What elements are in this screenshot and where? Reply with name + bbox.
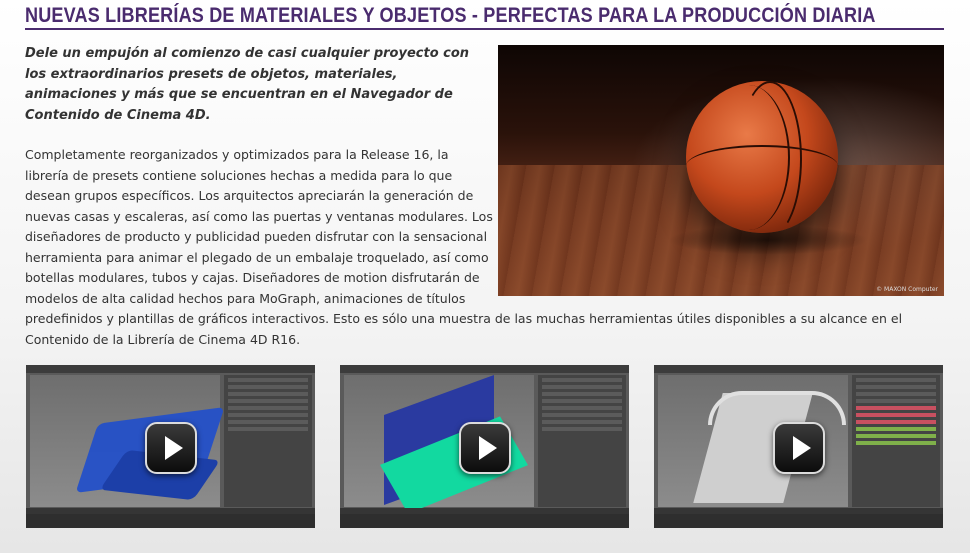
image-credit: © MAXON Computer bbox=[876, 286, 938, 293]
basketball-hero-image: © MAXON Computer bbox=[498, 45, 944, 296]
app-menubar bbox=[26, 365, 315, 373]
material-bar bbox=[26, 514, 315, 528]
ball-seam bbox=[708, 85, 790, 230]
app-menubar bbox=[340, 365, 629, 373]
object-panel bbox=[224, 375, 312, 507]
video-thumbnail-packaging[interactable] bbox=[26, 365, 315, 528]
object-panel bbox=[852, 375, 940, 507]
title-underline bbox=[25, 28, 944, 30]
railing-shape bbox=[708, 391, 846, 425]
object-panel bbox=[538, 375, 626, 507]
video-thumbnail-stairs[interactable] bbox=[654, 365, 943, 528]
page-title: NUEVAS LIBRERÍAS DE MATERIALES Y OBJETOS… bbox=[25, 4, 876, 27]
app-menubar bbox=[654, 365, 943, 373]
play-icon[interactable] bbox=[773, 422, 825, 474]
material-bar bbox=[340, 514, 629, 528]
lead-paragraph: Dele un empujón al comienzo de casi cual… bbox=[25, 46, 470, 123]
play-icon[interactable] bbox=[459, 422, 511, 474]
material-bar bbox=[654, 514, 943, 528]
video-thumbnail-house[interactable] bbox=[340, 365, 629, 528]
play-icon[interactable] bbox=[145, 422, 197, 474]
